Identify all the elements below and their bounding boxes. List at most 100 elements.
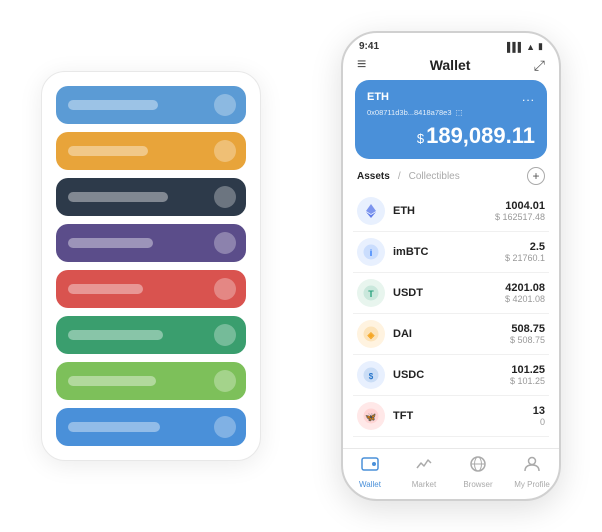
asset-values-dai: 508.75 $ 508.75 — [510, 323, 545, 345]
dai-icon: ◈ — [357, 320, 385, 348]
svg-text:$: $ — [369, 372, 374, 381]
asset-list: ETH 1004.01 $ 162517.48 i imBTC 2.5 $ 21… — [343, 191, 559, 448]
card-dot — [214, 94, 236, 116]
market-nav-icon — [415, 455, 433, 478]
asset-name-usdt: USDT — [393, 287, 505, 299]
card-item[interactable] — [56, 224, 246, 262]
asset-usd-imbtc: $ 21760.1 — [505, 253, 545, 263]
phone: 9:41 ▌▌▌ ▲ ▮ ≡ Wallet ⤢ ETH ... 0x08711d… — [341, 31, 561, 501]
status-bar: 9:41 ▌▌▌ ▲ ▮ — [343, 33, 559, 52]
card-item[interactable] — [56, 132, 246, 170]
nav-market[interactable]: Market — [397, 455, 451, 489]
card-dot — [214, 324, 236, 346]
card-item[interactable] — [56, 270, 246, 308]
asset-name-dai: DAI — [393, 328, 510, 340]
balance-amount: 189,089.11 — [426, 123, 535, 148]
card-bar — [68, 330, 163, 340]
eth-icon — [357, 197, 385, 225]
wallet-nav-icon — [361, 455, 379, 478]
asset-row-usdc[interactable]: $ USDC 101.25 $ 101.25 — [353, 355, 549, 396]
asset-name-imbtc: imBTC — [393, 246, 505, 258]
nav-market-label: Market — [412, 480, 436, 489]
browser-nav-icon — [469, 455, 487, 478]
card-dot — [214, 416, 236, 438]
imbtc-icon: i — [357, 238, 385, 266]
signal-icon: ▌▌▌ — [507, 42, 523, 52]
profile-nav-icon — [523, 455, 541, 478]
add-asset-button[interactable]: + — [527, 167, 545, 185]
dollar-sign: $ — [417, 131, 424, 146]
asset-row-tft[interactable]: 🦋 TFT 13 0 — [353, 396, 549, 437]
card-bar — [68, 192, 168, 202]
asset-row-eth[interactable]: ETH 1004.01 $ 162517.48 — [353, 191, 549, 232]
svg-text:◈: ◈ — [367, 330, 376, 340]
asset-usd-dai: $ 508.75 — [510, 335, 545, 345]
nav-browser[interactable]: Browser — [451, 455, 505, 489]
card-dot — [214, 370, 236, 392]
asset-amount-usdt: 4201.08 — [505, 282, 545, 294]
asset-name-eth: ETH — [393, 205, 495, 217]
asset-values-usdt: 4201.08 $ 4201.08 — [505, 282, 545, 304]
card-item[interactable] — [56, 362, 246, 400]
expand-icon[interactable]: ⤢ — [534, 57, 545, 74]
asset-row-imbtc[interactable]: i imBTC 2.5 $ 21760.1 — [353, 232, 549, 273]
status-time: 9:41 — [359, 41, 379, 52]
assets-tabs: Assets / Collectibles — [357, 171, 460, 182]
asset-row-dai[interactable]: ◈ DAI 508.75 $ 508.75 — [353, 314, 549, 355]
asset-amount-tft: 13 — [533, 405, 545, 417]
card-bar — [68, 376, 156, 386]
asset-usd-usdc: $ 101.25 — [510, 376, 545, 386]
usdc-icon: $ — [357, 361, 385, 389]
status-icons: ▌▌▌ ▲ ▮ — [507, 41, 543, 52]
asset-usd-usdt: $ 4201.08 — [505, 294, 545, 304]
nav-profile[interactable]: My Profile — [505, 455, 559, 489]
usdt-icon: T — [357, 279, 385, 307]
eth-card[interactable]: ETH ... 0x08711d3b...8418a78e3 ⬚ $189,08… — [355, 80, 547, 159]
card-item[interactable] — [56, 408, 246, 446]
card-dot — [214, 232, 236, 254]
eth-label: ETH — [367, 91, 389, 103]
asset-amount-dai: 508.75 — [510, 323, 545, 335]
menu-icon[interactable]: ≡ — [357, 56, 366, 74]
asset-usd-eth: $ 162517.48 — [495, 212, 545, 222]
wifi-icon: ▲ — [526, 42, 535, 52]
tab-separator: / — [398, 171, 401, 182]
phone-header: ≡ Wallet ⤢ — [343, 52, 559, 80]
asset-usd-tft: 0 — [533, 417, 545, 427]
card-dot — [214, 186, 236, 208]
asset-amount-imbtc: 2.5 — [505, 241, 545, 253]
assets-header: Assets / Collectibles + — [343, 167, 559, 191]
nav-profile-label: My Profile — [514, 480, 550, 489]
svg-text:T: T — [368, 289, 374, 299]
asset-values-eth: 1004.01 $ 162517.48 — [495, 200, 545, 222]
card-item[interactable] — [56, 178, 246, 216]
eth-balance: $189,089.11 — [367, 123, 535, 149]
card-item[interactable] — [56, 316, 246, 354]
page-title: Wallet — [430, 57, 471, 73]
nav-browser-label: Browser — [463, 480, 492, 489]
asset-row-usdt[interactable]: T USDT 4201.08 $ 4201.08 — [353, 273, 549, 314]
eth-address: 0x08711d3b...8418a78e3 ⬚ — [367, 108, 535, 117]
svg-text:i: i — [370, 248, 373, 258]
nav-wallet[interactable]: Wallet — [343, 455, 397, 489]
card-item[interactable] — [56, 86, 246, 124]
asset-amount-eth: 1004.01 — [495, 200, 545, 212]
asset-values-imbtc: 2.5 $ 21760.1 — [505, 241, 545, 263]
svg-text:🦋: 🦋 — [365, 412, 376, 422]
card-bar — [68, 146, 148, 156]
tft-icon: 🦋 — [357, 402, 385, 430]
asset-name-usdc: USDC — [393, 369, 510, 381]
asset-values-tft: 13 0 — [533, 405, 545, 427]
tab-collectibles[interactable]: Collectibles — [409, 171, 460, 182]
card-dot — [214, 278, 236, 300]
nav-wallet-label: Wallet — [359, 480, 381, 489]
card-bar — [68, 284, 143, 294]
asset-values-usdc: 101.25 $ 101.25 — [510, 364, 545, 386]
tab-assets[interactable]: Assets — [357, 171, 390, 182]
eth-more-button[interactable]: ... — [522, 90, 535, 104]
scene: 9:41 ▌▌▌ ▲ ▮ ≡ Wallet ⤢ ETH ... 0x08711d… — [11, 11, 591, 521]
card-bar — [68, 100, 158, 110]
eth-card-top: ETH ... — [367, 90, 535, 104]
battery-icon: ▮ — [538, 41, 543, 52]
bottom-nav: Wallet Market Browser My Profile — [343, 448, 559, 499]
